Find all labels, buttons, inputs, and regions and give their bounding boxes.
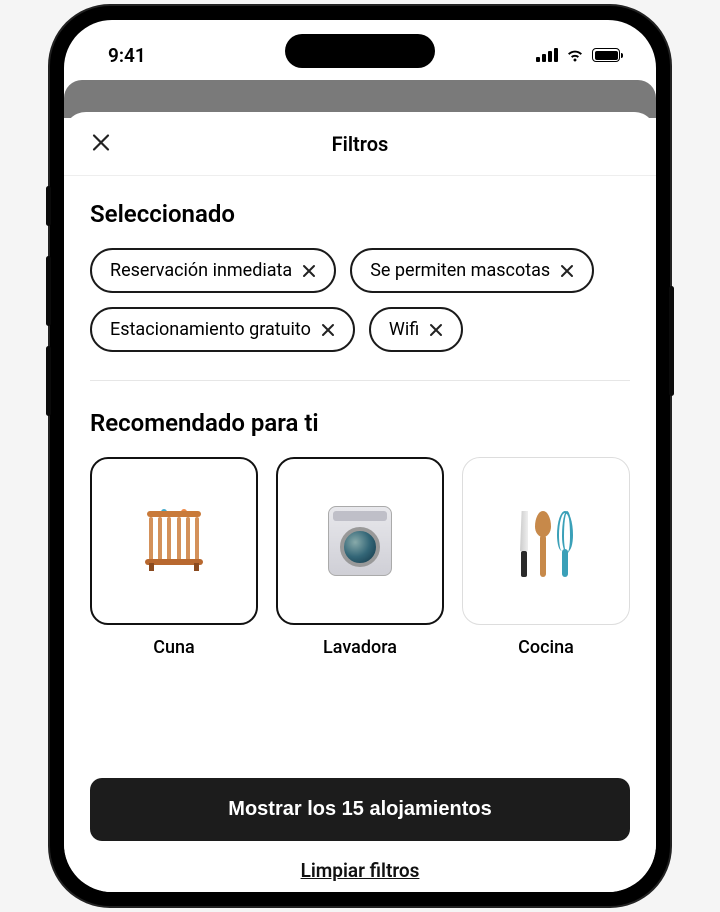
dynamic-island: [285, 34, 435, 68]
cellular-signal-icon: [536, 48, 558, 62]
status-indicators: [536, 48, 620, 62]
chip-pets-allowed[interactable]: Se permiten mascotas: [350, 248, 594, 293]
remove-chip-icon[interactable]: [560, 264, 574, 278]
rec-card-kitchen[interactable]: Cocina: [462, 457, 630, 658]
filters-sheet: Filtros Seleccionado Reservación inmedia…: [64, 112, 656, 892]
sheet-title: Filtros: [332, 132, 389, 156]
close-icon: [92, 133, 110, 151]
wifi-icon: [565, 48, 585, 62]
chip-label: Estacionamiento gratuito: [110, 319, 311, 340]
sheet-header: Filtros: [64, 112, 656, 176]
chip-wifi[interactable]: Wifi: [369, 307, 463, 352]
recommended-section-title: Recomendado para ti: [90, 409, 630, 437]
selected-chips: Reservación inmediata Se permiten mascot…: [90, 248, 630, 352]
rec-card-crib[interactable]: Cuna: [90, 457, 258, 658]
rec-label: Cuna: [153, 637, 194, 658]
rec-label: Lavadora: [323, 637, 397, 658]
screen: 9:41 Filtros: [64, 20, 656, 892]
rec-card-washer[interactable]: Lavadora: [276, 457, 444, 658]
crib-icon: [90, 457, 258, 625]
chip-free-parking[interactable]: Estacionamiento gratuito: [90, 307, 355, 352]
washer-icon: [276, 457, 444, 625]
battery-icon: [592, 48, 620, 62]
selected-section-title: Seleccionado: [90, 200, 630, 228]
chip-label: Wifi: [389, 319, 419, 340]
remove-chip-icon[interactable]: [429, 323, 443, 337]
chip-label: Reservación inmediata: [110, 260, 292, 281]
sheet-footer: Mostrar los 15 alojamientos Limpiar filt…: [64, 760, 656, 892]
rec-label: Cocina: [518, 637, 574, 658]
kitchen-icon: [462, 457, 630, 625]
close-button[interactable]: [88, 129, 114, 158]
volume-down-button: [46, 346, 51, 416]
power-button: [669, 286, 674, 396]
chip-instant-book[interactable]: Reservación inmediata: [90, 248, 336, 293]
phone-frame: 9:41 Filtros: [50, 6, 670, 906]
chip-label: Se permiten mascotas: [370, 260, 550, 281]
status-time: 9:41: [108, 44, 146, 67]
remove-chip-icon[interactable]: [302, 264, 316, 278]
sheet-content: Seleccionado Reservación inmediata Se pe…: [64, 176, 656, 760]
recommended-row: Cuna Lavadora: [90, 457, 630, 658]
show-results-button[interactable]: Mostrar los 15 alojamientos: [90, 778, 630, 841]
remove-chip-icon[interactable]: [321, 323, 335, 337]
section-divider: [90, 380, 630, 381]
volume-up-button: [46, 256, 51, 326]
clear-filters-link[interactable]: Limpiar filtros: [90, 859, 630, 882]
side-button: [46, 186, 51, 226]
